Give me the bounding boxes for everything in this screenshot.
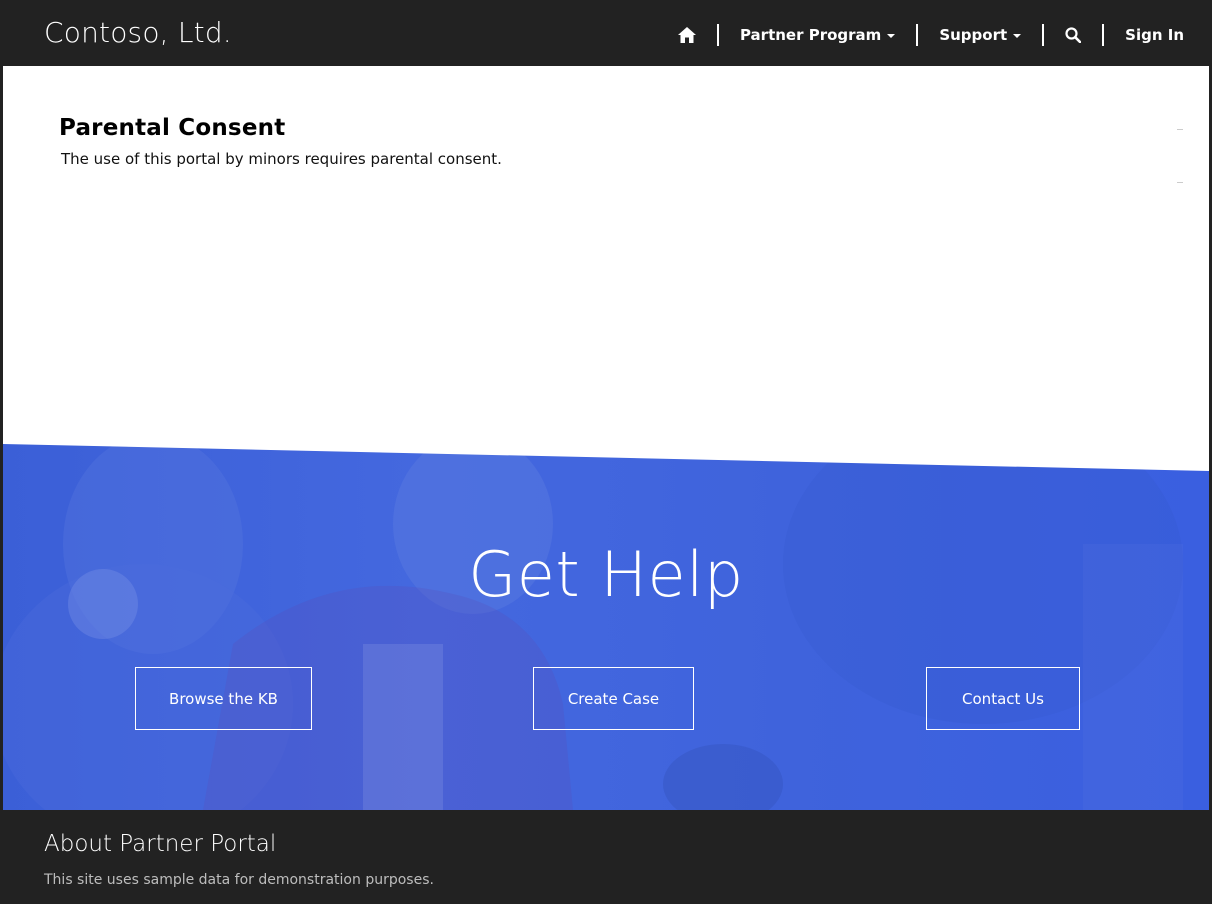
page-title: Parental Consent — [59, 115, 286, 141]
chevron-down-icon — [887, 33, 896, 38]
browse-kb-button[interactable]: Browse the KB — [135, 667, 312, 730]
chevron-down-icon — [1013, 33, 1022, 38]
nav-support-label: Support — [939, 25, 1008, 44]
search-icon — [1065, 26, 1082, 43]
nav-partner-program-label: Partner Program — [739, 25, 882, 44]
top-navbar: Contoso, Ltd. Partner Program Support Si… — [3, 3, 1209, 66]
brand-logo[interactable]: Contoso, Ltd. — [44, 16, 232, 49]
divider — [1177, 182, 1183, 183]
footer-text: This site uses sample data for demonstra… — [44, 872, 434, 888]
section-slant — [3, 444, 1209, 471]
nav-search[interactable] — [1042, 23, 1102, 46]
home-icon — [677, 26, 696, 43]
sign-in-link[interactable]: Sign In — [1102, 23, 1184, 46]
page-frame: Contoso, Ltd. Partner Program Support Si… — [0, 0, 1212, 904]
page-description: The use of this portal by minors require… — [61, 150, 502, 168]
nav-partner-program[interactable]: Partner Program — [716, 23, 916, 46]
divider — [1177, 129, 1183, 130]
get-help-section: Get Help Browse the KB Create Case Conta… — [3, 444, 1209, 810]
create-case-label: Create Case — [567, 689, 660, 708]
footer-title: About Partner Portal — [44, 831, 277, 857]
nav-support[interactable]: Support — [916, 23, 1042, 46]
main-content: Parental Consent The use of this portal … — [59, 115, 1159, 168]
nav-home[interactable] — [677, 24, 717, 46]
help-background-image — [3, 444, 1183, 810]
browse-kb-label: Browse the KB — [169, 689, 278, 708]
contact-us-label: Contact Us — [962, 689, 1044, 708]
sign-in-label: Sign In — [1125, 25, 1184, 44]
main-nav: Partner Program Support Sign In — [677, 3, 1184, 66]
create-case-button[interactable]: Create Case — [533, 667, 694, 730]
get-help-title: Get Help — [468, 538, 744, 611]
footer: About Partner Portal This site uses samp… — [3, 810, 1209, 901]
contact-us-button[interactable]: Contact Us — [926, 667, 1080, 730]
